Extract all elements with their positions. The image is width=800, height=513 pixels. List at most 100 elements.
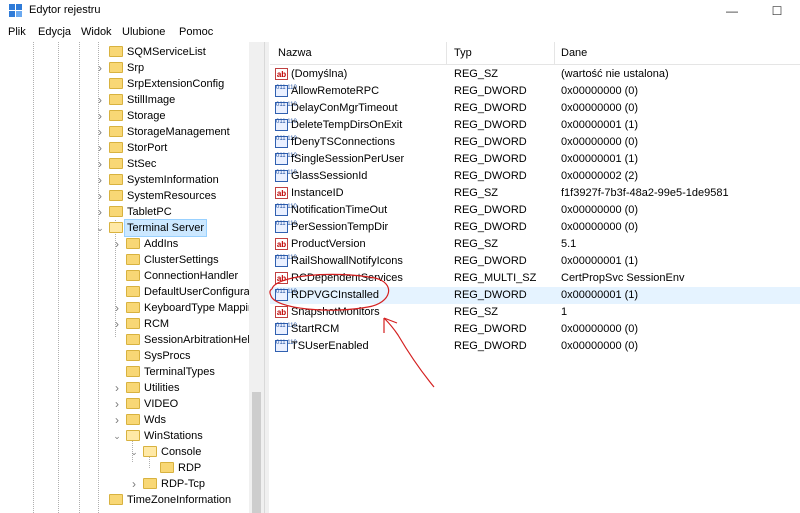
chevron-right-icon[interactable]: › — [112, 300, 122, 316]
chevron-right-icon[interactable]: › — [112, 236, 122, 252]
tree-item[interactable]: ConnectionHandler — [0, 268, 249, 284]
chevron-right-icon[interactable]: › — [129, 476, 139, 492]
column-header-name[interactable]: Nazwa — [278, 47, 312, 59]
registry-key-tree[interactable]: SQMServiceList › Srp SrpExtensionConfig › Sti… — [0, 42, 264, 513]
list-item[interactable]: 011 110 DelayConMgrTimeout REG_DWORD 0x0000… — [270, 100, 800, 117]
tree-item[interactable]: › SystemInformation — [0, 172, 249, 188]
tree-item[interactable]: › Srp — [0, 60, 249, 76]
tree-item[interactable]: SysProcs — [0, 348, 249, 364]
tree-item[interactable]: › SystemResources — [0, 188, 249, 204]
value-type: REG_MULTI_SZ — [454, 272, 537, 284]
menu-favorites[interactable]: Ulubione — [122, 26, 165, 38]
tree-item[interactable]: SessionArbitrationHelp — [0, 332, 256, 348]
value-data: 0x00000000 (0) — [561, 340, 639, 352]
pane-splitter[interactable] — [264, 42, 269, 513]
list-item[interactable]: ab (Domyślna) REG_SZ (wartość nie ustalona) — [270, 66, 800, 83]
tree-item[interactable]: › Storage — [0, 108, 249, 124]
value-name: ProductVersion — [291, 238, 366, 250]
chevron-right-icon[interactable]: › — [112, 412, 122, 428]
tree-item[interactable]: SQMServiceList — [0, 44, 249, 60]
dword-value-icon: 011 110 — [275, 153, 297, 165]
menu-help[interactable]: Pomoc — [179, 26, 213, 38]
tree-item[interactable]: SrpExtensionConfig — [0, 76, 249, 92]
list-item[interactable]: 011 110 DeleteTempDirsOnExit REG_DWORD 0x00… — [270, 117, 800, 134]
column-header-data[interactable]: Dane — [561, 47, 587, 59]
list-item[interactable]: 011 110 fSingleSessionPerUser REG_DWORD 0x0… — [270, 151, 800, 168]
tree-item[interactable]: TimeZoneInformation — [0, 492, 249, 508]
column-header-type[interactable]: Typ — [454, 47, 472, 59]
folder-icon — [126, 318, 140, 329]
menu-file[interactable]: Plik — [8, 26, 26, 38]
tree-item[interactable]: RDP — [0, 460, 249, 476]
value-data: (wartość nie ustalona) — [561, 68, 669, 80]
chevron-down-icon[interactable]: ⌄ — [112, 428, 122, 444]
chevron-right-icon[interactable]: › — [95, 156, 105, 172]
tree-item[interactable]: › Wds — [0, 412, 249, 428]
registry-values-list[interactable]: Nazwa Typ Dane ab (Domyślna) REG_SZ (wartoś… — [270, 42, 800, 513]
chevron-right-icon[interactable]: › — [95, 172, 105, 188]
tree-item[interactable]: › StorPort — [0, 140, 249, 156]
value-name: InstanceID — [291, 187, 344, 199]
column-separator[interactable] — [446, 42, 447, 64]
chevron-right-icon[interactable]: › — [95, 204, 105, 220]
menu-view[interactable]: Widok — [81, 26, 112, 38]
tree-item[interactable]: DefaultUserConfigurat — [0, 284, 253, 300]
tree-item[interactable]: › KeyboardType Mappin — [0, 300, 254, 316]
list-item[interactable]: 011 110 GlassSessionId REG_DWORD 0x00000002… — [270, 168, 800, 185]
tree-item[interactable]: TerminalTypes — [0, 364, 249, 380]
tree-item[interactable]: › RCM — [0, 316, 249, 332]
chevron-right-icon[interactable]: › — [112, 380, 122, 396]
value-type: REG_DWORD — [454, 289, 527, 301]
chevron-right-icon[interactable]: › — [95, 92, 105, 108]
list-item[interactable]: 011 110 AllowRemoteRPC REG_DWORD 0x00000000… — [270, 83, 800, 100]
maximize-button[interactable]: ☐ — [754, 0, 800, 22]
value-name: TSUserEnabled — [291, 340, 369, 352]
tree-item[interactable]: › StorageManagement — [0, 124, 249, 140]
tree-item[interactable]: › AddIns — [0, 236, 249, 252]
folder-icon — [109, 94, 123, 105]
value-type: REG_SZ — [454, 238, 499, 250]
tree-item[interactable]: ClusterSettings — [0, 252, 249, 268]
chevron-down-icon[interactable]: ⌄ — [95, 220, 105, 236]
tree-item[interactable]: › StSec — [0, 156, 249, 172]
list-item[interactable]: ab ProductVersion REG_SZ 5.1 — [270, 236, 800, 253]
list-item[interactable]: ab RCDependentServices REG_MULTI_SZ CertPro… — [270, 270, 800, 287]
list-item[interactable]: 011 110 NotificationTimeOut REG_DWORD 0x000… — [270, 202, 800, 219]
chevron-right-icon[interactable]: › — [95, 60, 105, 76]
tree-item[interactable]: › StillImage — [0, 92, 249, 108]
chevron-right-icon[interactable]: › — [95, 124, 105, 140]
value-data: 0x00000001 (1) — [561, 289, 639, 301]
tree-item-label: VIDEO — [144, 398, 179, 410]
tree-item-label: SystemResources — [127, 190, 217, 202]
value-type: REG_SZ — [454, 306, 499, 318]
menu-edit[interactable]: Edycja — [38, 26, 71, 38]
list-item[interactable]: 011 110 fDenyTSConnections REG_DWORD 0x0000… — [270, 134, 800, 151]
tree-item[interactable]: › Utilities — [0, 380, 249, 396]
list-item[interactable]: 011 110 StartRCM REG_DWORD 0x00000000 (0) — [270, 321, 800, 338]
tree-item[interactable]: ⌄ Terminal Server — [0, 219, 249, 237]
value-data: CertPropSvc SessionEnv — [561, 272, 685, 284]
chevron-right-icon[interactable]: › — [112, 396, 122, 412]
list-item[interactable]: ab SnapshotMonitors REG_SZ 1 — [270, 304, 800, 321]
list-item[interactable]: ab InstanceID REG_SZ f1f3927f-7b3f-48a2-99e… — [270, 185, 800, 202]
list-item[interactable]: 011 110 RailShowallNotifyIcons REG_DWORD 0x… — [270, 253, 800, 270]
list-item[interactable]: 011 110 PerSessionTempDir REG_DWORD 0x00000… — [270, 219, 800, 236]
chevron-right-icon[interactable]: › — [95, 188, 105, 204]
tree-item-label: Console — [161, 446, 202, 458]
chevron-right-icon[interactable]: › — [95, 140, 105, 156]
minimize-button[interactable]: — — [709, 0, 755, 22]
tree-item[interactable]: ⌄ Console — [0, 444, 249, 460]
list-item[interactable]: 011 110 TSUserEnabled REG_DWORD 0x00000000 … — [270, 338, 800, 355]
chevron-down-icon[interactable]: ⌄ — [129, 444, 139, 460]
chevron-right-icon[interactable]: › — [112, 316, 122, 332]
registry-editor-icon — [9, 4, 22, 17]
tree-scrollbar-thumb[interactable] — [252, 392, 261, 513]
list-item[interactable]: 011 110 RDPVGCInstalled REG_DWORD 0x0000000… — [270, 287, 800, 304]
tree-item[interactable]: › RDP-Tcp — [0, 476, 249, 492]
tree-item[interactable]: › TabletPC — [0, 204, 249, 220]
tree-item[interactable]: › VIDEO — [0, 396, 249, 412]
dword-value-icon: 011 110 — [275, 340, 297, 352]
tree-item[interactable]: ⌄ WinStations — [0, 428, 249, 444]
column-separator[interactable] — [554, 42, 555, 64]
chevron-right-icon[interactable]: › — [95, 108, 105, 124]
